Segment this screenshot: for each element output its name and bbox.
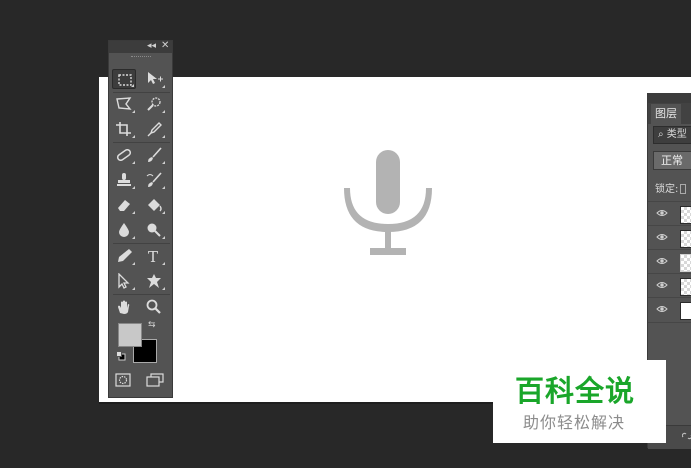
tab-layers[interactable]: 图层 xyxy=(651,104,681,124)
collapse-icon[interactable]: ◂◂ xyxy=(147,40,156,52)
screen-mode-icon[interactable] xyxy=(146,373,164,387)
blur-tool[interactable] xyxy=(112,220,136,240)
zoom-tool[interactable] xyxy=(142,297,166,317)
eraser-tool[interactable] xyxy=(112,195,136,215)
type-tool[interactable]: T xyxy=(142,246,166,266)
move-tool[interactable] xyxy=(142,69,166,89)
layer-row[interactable] xyxy=(648,225,691,250)
dodge-tool[interactable] xyxy=(142,220,166,240)
history-brush-icon xyxy=(146,172,162,187)
shape-icon xyxy=(147,274,161,288)
healing-brush-tool[interactable] xyxy=(112,145,136,165)
type-icon: T xyxy=(148,248,158,264)
arrow-icon xyxy=(118,273,130,289)
bandage-icon xyxy=(116,148,132,162)
quick-selection-icon xyxy=(147,97,161,111)
search-icon: ⌕ xyxy=(658,129,664,140)
brush-tool[interactable] xyxy=(142,145,166,165)
lock-pixels-icon[interactable] xyxy=(680,184,687,194)
swap-colors-icon[interactable]: ⇆ xyxy=(148,320,156,330)
layer-row[interactable] xyxy=(648,273,691,298)
panel-grip[interactable] xyxy=(131,56,151,59)
watermark-subtitle: 助你轻松解决 xyxy=(523,413,626,432)
path-selection-tool[interactable] xyxy=(112,271,136,291)
bucket-icon xyxy=(148,199,162,212)
drop-icon xyxy=(119,223,129,237)
blend-mode-select[interactable]: 正常 xyxy=(653,151,691,170)
brush-icon xyxy=(148,147,162,162)
paint-bucket-tool[interactable] xyxy=(142,195,166,215)
microphone-icon xyxy=(344,150,432,255)
lasso-tool[interactable] xyxy=(112,94,136,114)
clone-stamp-tool[interactable] xyxy=(112,170,136,190)
watermark-title: 百科全说 xyxy=(515,374,636,408)
foreground-color-swatch[interactable] xyxy=(118,323,142,347)
svg-text:T: T xyxy=(148,248,158,264)
layer-thumbnail xyxy=(680,254,691,272)
layer-row-selected[interactable] xyxy=(648,249,691,274)
eye-icon[interactable] xyxy=(656,208,668,218)
custom-shape-tool[interactable] xyxy=(142,271,166,291)
pen-icon xyxy=(118,249,132,262)
layer-row[interactable] xyxy=(648,201,691,226)
pen-tool[interactable] xyxy=(112,246,136,266)
layer-thumbnail xyxy=(680,230,691,248)
layer-filter-select[interactable]: ⌕ 类型 xyxy=(653,126,691,144)
lock-label: 锁定: xyxy=(655,180,687,195)
close-icon[interactable]: ✕ xyxy=(161,40,169,52)
eraser-icon xyxy=(118,200,130,211)
crop-icon xyxy=(116,122,131,136)
rectangular-marquee-tool[interactable] xyxy=(112,69,136,89)
layer-thumbnail xyxy=(680,302,691,320)
move-icon xyxy=(148,72,163,84)
layer-thumbnail xyxy=(680,278,691,296)
eyedropper-icon xyxy=(147,122,162,137)
default-colors-icon[interactable] xyxy=(116,351,126,361)
hand-tool[interactable] xyxy=(112,297,136,317)
hand-icon xyxy=(118,300,130,314)
eyedropper-tool[interactable] xyxy=(142,119,166,139)
layer-thumbnail xyxy=(680,206,691,224)
eye-icon[interactable] xyxy=(656,232,668,242)
eye-icon[interactable] xyxy=(656,256,668,266)
magnifier-icon xyxy=(146,299,161,314)
dodge-icon xyxy=(147,223,161,237)
quick-selection-tool[interactable] xyxy=(142,94,166,114)
watermark-logo: 百科全说 助你轻松解决 xyxy=(493,360,666,443)
crop-tool[interactable] xyxy=(112,119,136,139)
quick-mask-icon[interactable] xyxy=(115,373,131,387)
history-brush-tool[interactable] xyxy=(142,170,166,190)
eye-icon[interactable] xyxy=(656,304,668,314)
link-layers-icon[interactable] xyxy=(682,431,691,441)
layers-panel-header[interactable] xyxy=(648,93,691,103)
layer-row-background[interactable] xyxy=(648,297,691,323)
tools-panel-header[interactable]: ◂◂ ✕ xyxy=(109,40,172,53)
polygonal-lasso-icon xyxy=(116,97,132,110)
layer-filter-label: 类型 xyxy=(666,129,687,140)
stamp-icon xyxy=(117,173,131,186)
eye-icon[interactable] xyxy=(656,280,668,290)
